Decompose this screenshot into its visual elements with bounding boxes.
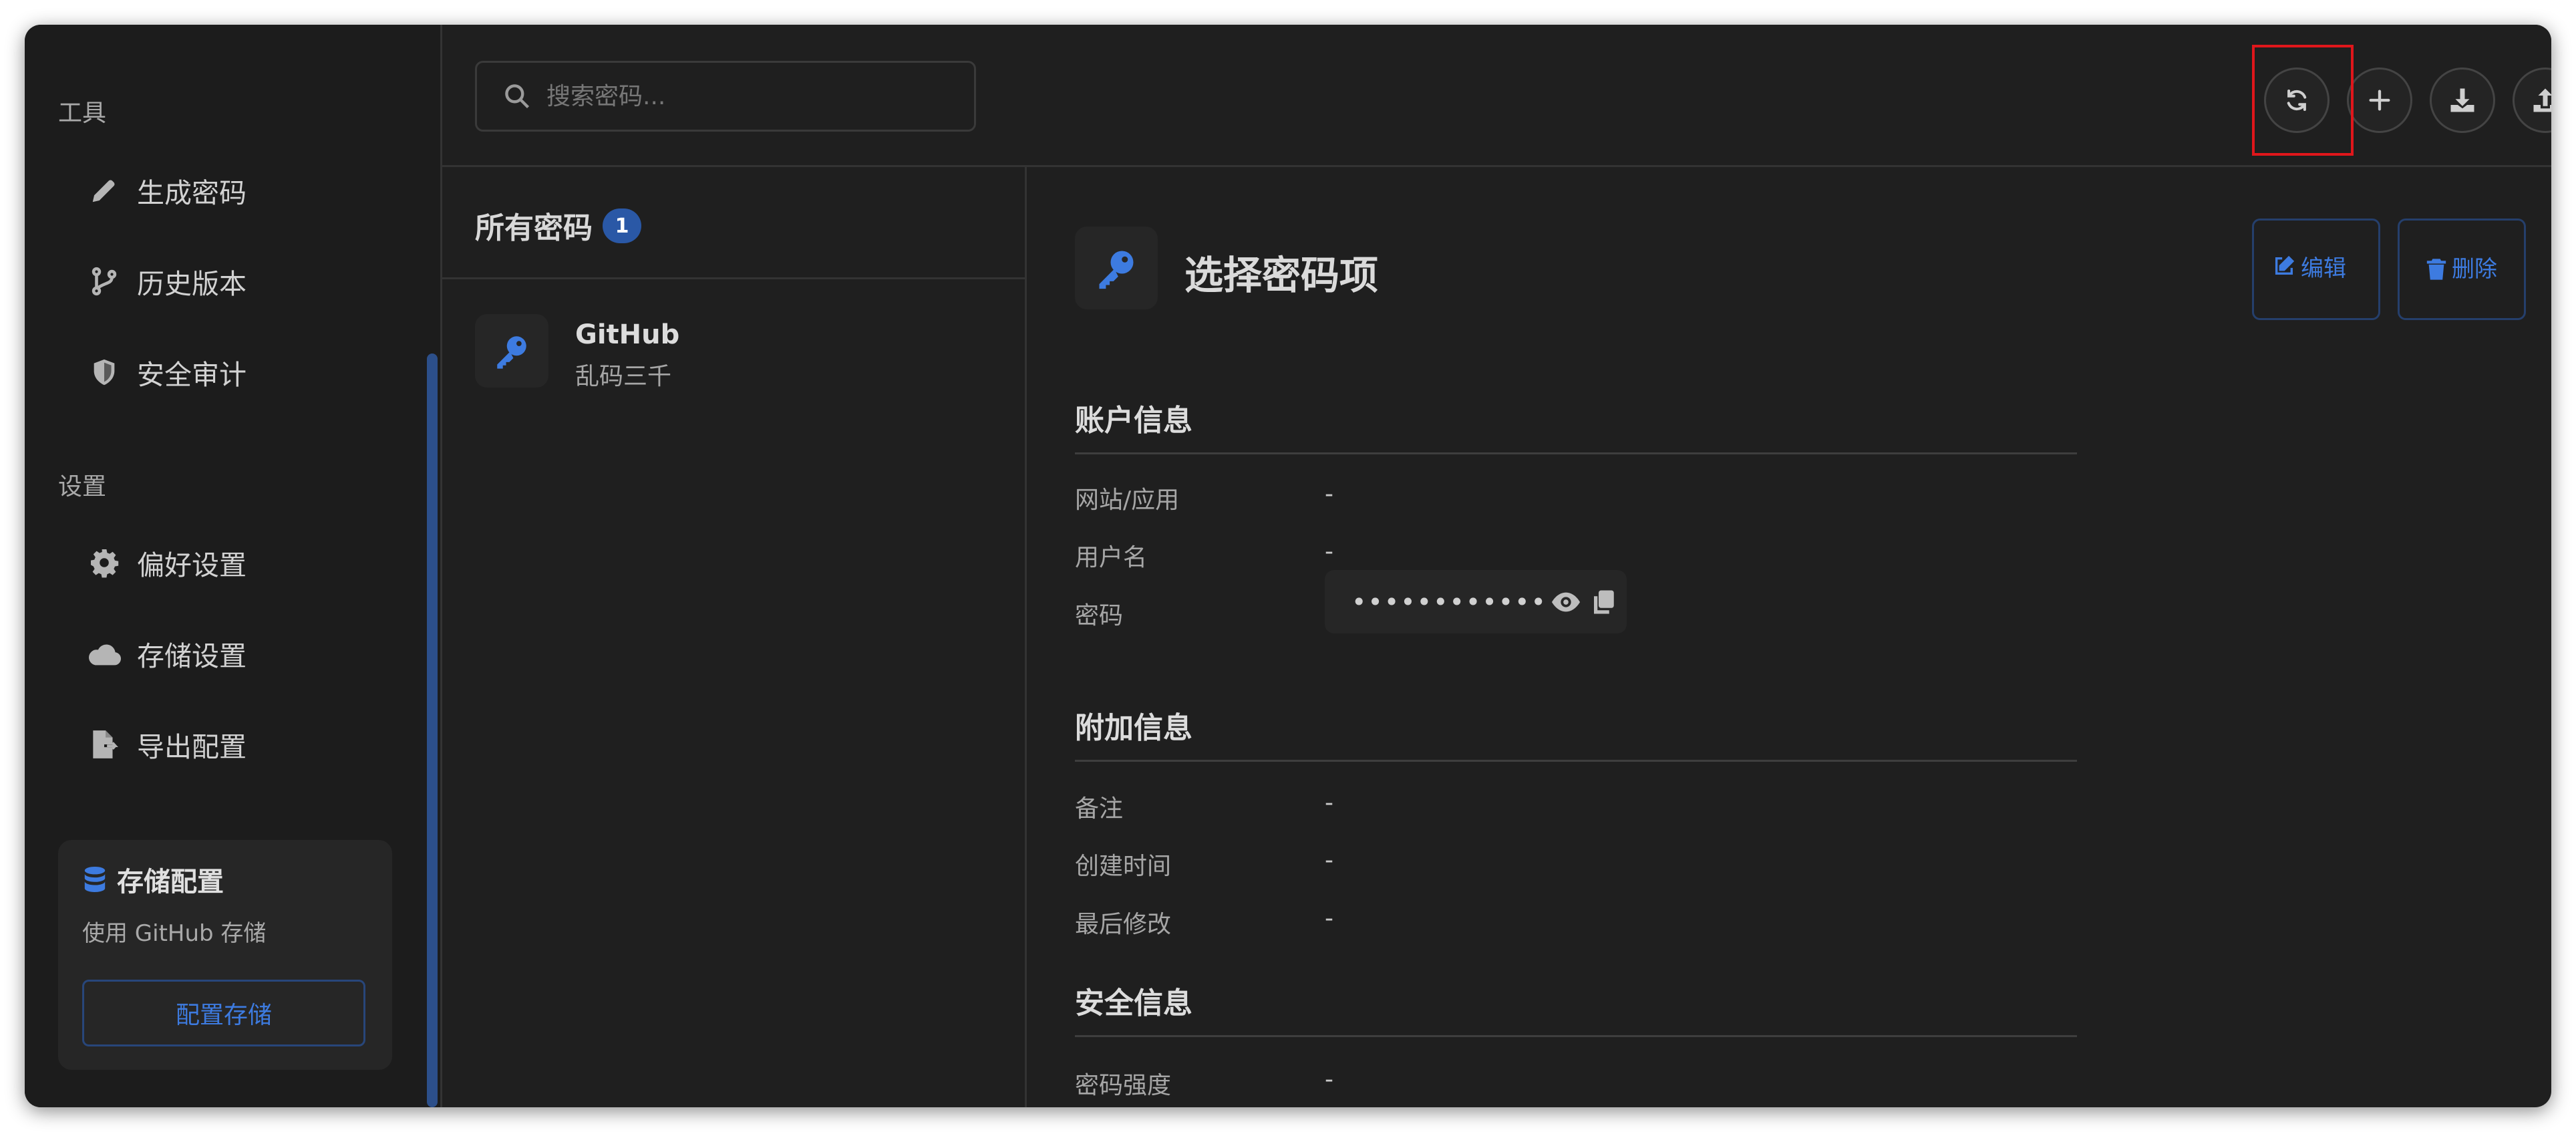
configure-storage-button[interactable]: 配置存储 [82, 980, 365, 1046]
count-badge: 1 [603, 208, 641, 243]
field-label-notes: 备注 [1075, 795, 1124, 823]
search-input[interactable] [545, 82, 974, 111]
field-value-username: - [1325, 538, 1333, 565]
sidebar-item-storage-settings[interactable]: 存储设置 [82, 627, 403, 680]
section-label-tools: 工具 [58, 100, 107, 127]
detail-title: 选择密码项 [1184, 253, 1379, 298]
edit-label: 编辑 [2301, 255, 2346, 281]
password-field: •••••••••••• [1325, 570, 1627, 633]
storage-config-card: 存储配置 使用 GitHub 存储 配置存储 [58, 840, 392, 1070]
sidebar-item-label: 偏好设置 [137, 549, 247, 581]
section-title-security: 安全信息 [1075, 986, 1192, 1020]
add-password-button[interactable] [2347, 67, 2412, 133]
field-value-modified: - [1325, 905, 1333, 932]
highlight-box [2252, 45, 2354, 156]
field-label-password: 密码 [1075, 602, 1124, 629]
list-title: 所有密码 [475, 211, 593, 245]
edit-button[interactable]: 编辑 [2252, 219, 2380, 320]
entry-name: GitHub [575, 319, 680, 350]
file-export-icon [82, 726, 126, 763]
section-title-account: 账户信息 [1075, 404, 1192, 438]
download-button[interactable] [2430, 67, 2495, 133]
eye-icon[interactable] [1547, 583, 1585, 621]
field-label-username: 用户名 [1075, 544, 1148, 571]
sidebar-item-security-audit[interactable]: 安全审计 [82, 345, 403, 399]
upload-button[interactable] [2513, 67, 2551, 133]
sidebar-item-label: 导出配置 [137, 731, 247, 763]
pencil-icon [82, 172, 126, 209]
divider [1075, 452, 2077, 454]
storage-card-title: 存储配置 [117, 867, 224, 897]
sidebar-item-history[interactable]: 历史版本 [82, 255, 403, 308]
storage-card-title-row: 存储配置 [82, 860, 224, 899]
sidebar-scrollbar[interactable] [427, 353, 438, 1107]
trash-icon [2426, 258, 2446, 281]
entry-subtitle: 乱码三千 [575, 363, 672, 390]
divider [1075, 760, 2077, 762]
gear-icon [82, 544, 126, 581]
download-icon [2448, 86, 2476, 114]
field-value-created: - [1325, 847, 1333, 874]
sidebar: 工具 生成密码 历史版本 安全审计 设置 偏好设置 存储设置 导出配置 存储配置… [25, 25, 442, 1107]
key-icon [475, 314, 548, 388]
delete-button[interactable]: 删除 [2398, 219, 2526, 320]
divider [1075, 1035, 2077, 1037]
sidebar-item-label: 安全审计 [137, 359, 247, 391]
password-value: •••••••••••• [1351, 587, 1547, 617]
delete-label: 删除 [2452, 256, 2497, 282]
shield-icon [82, 353, 126, 391]
upload-icon [2531, 86, 2551, 114]
sidebar-item-label: 历史版本 [137, 268, 247, 300]
list-item[interactable]: GitHub 乱码三千 [475, 314, 996, 408]
copy-icon[interactable] [1585, 583, 1622, 621]
password-list-pane: 所有密码 1 GitHub 乱码三千 [442, 167, 1027, 1107]
field-label-created: 创建时间 [1075, 853, 1172, 880]
list-header: 所有密码 1 [442, 167, 1025, 279]
sidebar-item-label: 生成密码 [137, 177, 247, 209]
field-value-strength: - [1325, 1066, 1333, 1093]
key-icon [1075, 227, 1158, 309]
database-icon [82, 865, 108, 893]
cloud-icon [82, 635, 126, 672]
field-value-website: - [1325, 480, 1333, 508]
field-label-strength: 密码强度 [1075, 1072, 1172, 1099]
app-window: 工具 生成密码 历史版本 安全审计 设置 偏好设置 存储设置 导出配置 存储配置… [25, 25, 2551, 1107]
sidebar-item-preferences[interactable]: 偏好设置 [82, 536, 403, 589]
git-branch-icon [82, 263, 126, 300]
sidebar-item-generate-password[interactable]: 生成密码 [82, 164, 403, 217]
field-value-notes: - [1325, 789, 1333, 817]
search-box[interactable] [475, 61, 976, 132]
plus-icon [2366, 87, 2393, 114]
detail-pane: 选择密码项 编辑 删除 账户信息 网站/应用 - 用户名 - 密码 ••••••… [1027, 167, 2551, 1107]
section-title-extra: 附加信息 [1075, 711, 1192, 745]
field-label-website: 网站/应用 [1075, 486, 1180, 514]
sidebar-item-label: 存储设置 [137, 640, 247, 672]
edit-icon [2273, 255, 2295, 285]
storage-card-description: 使用 GitHub 存储 [82, 920, 267, 947]
top-bar [442, 25, 2551, 167]
section-label-settings: 设置 [58, 473, 107, 501]
search-icon [497, 76, 537, 116]
field-label-modified: 最后修改 [1075, 911, 1172, 938]
sidebar-item-export-config[interactable]: 导出配置 [82, 718, 403, 771]
